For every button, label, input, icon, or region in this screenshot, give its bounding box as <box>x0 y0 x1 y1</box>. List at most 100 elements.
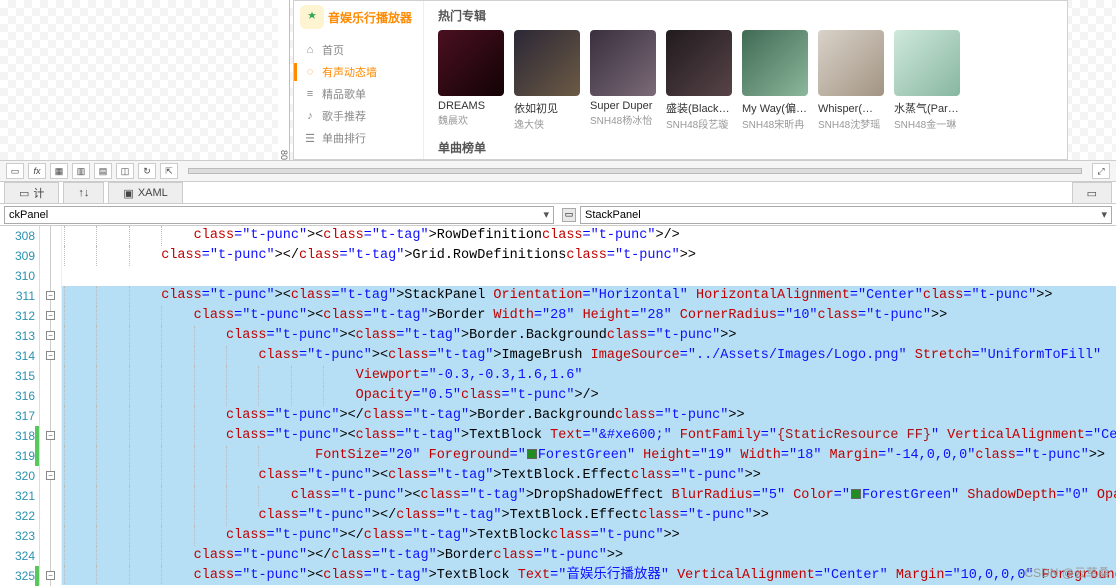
album-artist: SNH48金一琳 <box>894 116 960 131</box>
fold-toggle[interactable]: − <box>46 331 55 340</box>
tab-sync[interactable]: ↑↓ <box>63 182 104 203</box>
tab-popout-right[interactable]: ▭ <box>1072 182 1112 203</box>
menu-icon: ⌂ <box>304 44 316 56</box>
code-line[interactable]: class="t-punc"></class="t-tag">Grid.RowD… <box>62 246 1116 266</box>
code-line[interactable]: class="t-punc"><class="t-tag">TextBlock … <box>62 426 1116 446</box>
album-cover <box>590 30 656 96</box>
tool-bounds[interactable]: ◫ <box>116 163 134 179</box>
line-number: 312 <box>0 306 35 326</box>
sidebar-item[interactable]: ♪ 歌手推荐 <box>294 105 423 127</box>
code-line[interactable]: class="t-punc"></class="t-tag">Border.Ba… <box>62 406 1116 426</box>
fold-toggle[interactable]: − <box>46 291 55 300</box>
tool-pointer[interactable]: ▭ <box>6 163 24 179</box>
album-artist: SNH48宋昕冉 <box>742 116 808 131</box>
element-path-left[interactable]: ckPanel ▾ <box>4 206 554 224</box>
zoom-slider[interactable] <box>188 168 1082 174</box>
menu-label: 精品歌单 <box>322 86 366 102</box>
tool-grid3[interactable]: ▤ <box>94 163 112 179</box>
album-name: Whisper(耳语者) <box>818 100 884 116</box>
designer-toolbar: ▭ fx ▦ ▥ ▤ ◫ ↻ ⇱ ⤢ <box>0 160 1116 182</box>
section-hot-albums: 热门专辑 <box>438 7 1063 24</box>
line-number: 311 <box>0 286 35 306</box>
menu-icon: ☰ <box>304 132 316 145</box>
sidebar-item[interactable]: ◌有声动态墙 <box>294 61 423 83</box>
tool-popout[interactable]: ⇱ <box>160 163 178 179</box>
fold-toggle[interactable]: − <box>46 471 55 480</box>
album-artist: SNH48沈梦瑶 <box>818 116 884 131</box>
code-line[interactable]: Opacity="0.5"class="t-punc">/> <box>62 386 1116 406</box>
fold-toggle[interactable]: − <box>46 431 55 440</box>
chevron-down-icon: ▾ <box>1101 208 1107 221</box>
menu-label: 歌手推荐 <box>322 108 366 124</box>
tool-fx[interactable]: fx <box>28 163 46 179</box>
sidebar-item[interactable]: ⌂ 首页 <box>294 39 423 61</box>
code-line[interactable]: class="t-punc"></class="t-tag">Bordercla… <box>62 546 1116 566</box>
zoom-fit[interactable]: ⤢ <box>1092 163 1110 179</box>
code-line[interactable] <box>62 266 1116 286</box>
element-path-right[interactable]: StackPanel ▾ <box>580 206 1112 224</box>
code-line[interactable]: class="t-punc"></class="t-tag">TextBlock… <box>62 526 1116 546</box>
section-song-chart: 单曲榜单 <box>438 139 1063 156</box>
line-number: 318 <box>0 426 35 446</box>
sidebar-item[interactable]: ☰单曲排行 <box>294 127 423 149</box>
element-type-icon[interactable]: ▭ <box>562 208 576 222</box>
sidebar-item[interactable]: ≡精品歌单 <box>294 83 423 105</box>
folding-column[interactable]: − − − − − − − <box>40 226 62 585</box>
app-title: 音娱乐行播放器 <box>328 9 412 26</box>
code-line[interactable]: class="t-punc"></class="t-tag">TextBlock… <box>62 506 1116 526</box>
line-number: 308 <box>0 226 35 246</box>
album-cover <box>666 30 732 96</box>
code-line[interactable]: class="t-punc"><class="t-tag">Border.Bac… <box>62 326 1116 346</box>
code-line[interactable]: class="t-punc"><class="t-tag">DropShadow… <box>62 486 1116 506</box>
tab-design-label: 计 <box>33 185 44 201</box>
code-line[interactable]: FontSize="20" Foreground="ForestGreen" H… <box>62 446 1116 466</box>
album-card[interactable]: My Way(偏执) SNH48宋昕冉 <box>742 30 808 131</box>
album-cover <box>514 30 580 96</box>
tool-grid1[interactable]: ▦ <box>50 163 68 179</box>
album-card[interactable]: 盛装(Black Out) SNH48段艺璇 <box>666 30 732 131</box>
albums-row: DREAMS 魏晨欢 依如初见 逸大侠 Super Duper SNH48杨冰怡… <box>438 30 1063 131</box>
code-line[interactable]: class="t-punc"><class="t-tag">RowDefinit… <box>62 226 1116 246</box>
element-breadcrumb-row: ckPanel ▾ ▭ StackPanel ▾ <box>0 204 1116 226</box>
color-swatch-forestgreen <box>851 489 861 499</box>
line-number: 313 <box>0 326 35 346</box>
album-name: Super Duper <box>590 100 656 112</box>
album-card[interactable]: 依如初见 逸大侠 <box>514 30 580 131</box>
album-card[interactable]: DREAMS 魏晨欢 <box>438 30 504 131</box>
line-number: 310 <box>0 266 35 286</box>
album-card[interactable]: Super Duper SNH48杨冰怡 <box>590 30 656 131</box>
menu-icon: ♪ <box>304 110 316 122</box>
tool-refresh[interactable]: ↻ <box>138 163 156 179</box>
line-number: 317 <box>0 406 35 426</box>
menu-label: 首页 <box>322 42 344 58</box>
code-line[interactable]: class="t-punc"><class="t-tag">ImageBrush… <box>62 346 1116 366</box>
album-cover <box>894 30 960 96</box>
fold-toggle[interactable]: − <box>46 351 55 360</box>
chevron-down-icon: ▾ <box>543 208 549 221</box>
code-editor[interactable]: 3083093103113123133143153163173183193203… <box>0 226 1116 585</box>
code-line[interactable]: class="t-punc"><class="t-tag">TextBlock … <box>62 566 1116 585</box>
ruler-mark: 80 <box>279 150 289 160</box>
tool-grid2[interactable]: ▥ <box>72 163 90 179</box>
popout-icon: ▭ <box>1087 187 1097 200</box>
fold-toggle[interactable]: − <box>46 571 55 580</box>
album-artist: 魏晨欢 <box>438 112 504 127</box>
preview-content: 热门专辑 DREAMS 魏晨欢 依如初见 逸大侠 Super Duper SNH… <box>434 1 1067 159</box>
tab-xaml[interactable]: ▣ XAML <box>108 182 182 203</box>
element-path-right-text: StackPanel <box>585 209 641 221</box>
line-number: 324 <box>0 546 35 566</box>
tab-design[interactable]: ▭ 计 <box>4 182 59 203</box>
line-number: 321 <box>0 486 35 506</box>
tab-xaml-label: XAML <box>138 187 168 199</box>
code-line[interactable]: class="t-punc"><class="t-tag">StackPanel… <box>62 286 1116 306</box>
code-line[interactable]: class="t-punc"><class="t-tag">Border Wid… <box>62 306 1116 326</box>
code-line[interactable]: Viewport="-0.3,-0.3,1.6,1.6" <box>62 366 1116 386</box>
fold-toggle[interactable]: − <box>46 311 55 320</box>
line-number: 323 <box>0 526 35 546</box>
designer-canvas[interactable]: 80 音娱乐行播放器 ⌂ 首页 ◌有声动态墙≡精品歌单 ♪ 歌手推荐 ☰单曲排行 热门专辑… <box>0 0 1116 160</box>
album-cover <box>438 30 504 96</box>
code-content[interactable]: class="t-punc"><class="t-tag">RowDefinit… <box>62 226 1116 585</box>
code-line[interactable]: class="t-punc"><class="t-tag">TextBlock.… <box>62 466 1116 486</box>
album-card[interactable]: 水蒸气(Paradise) SNH48金一琳 <box>894 30 960 131</box>
album-card[interactable]: Whisper(耳语者) SNH48沈梦瑶 <box>818 30 884 131</box>
